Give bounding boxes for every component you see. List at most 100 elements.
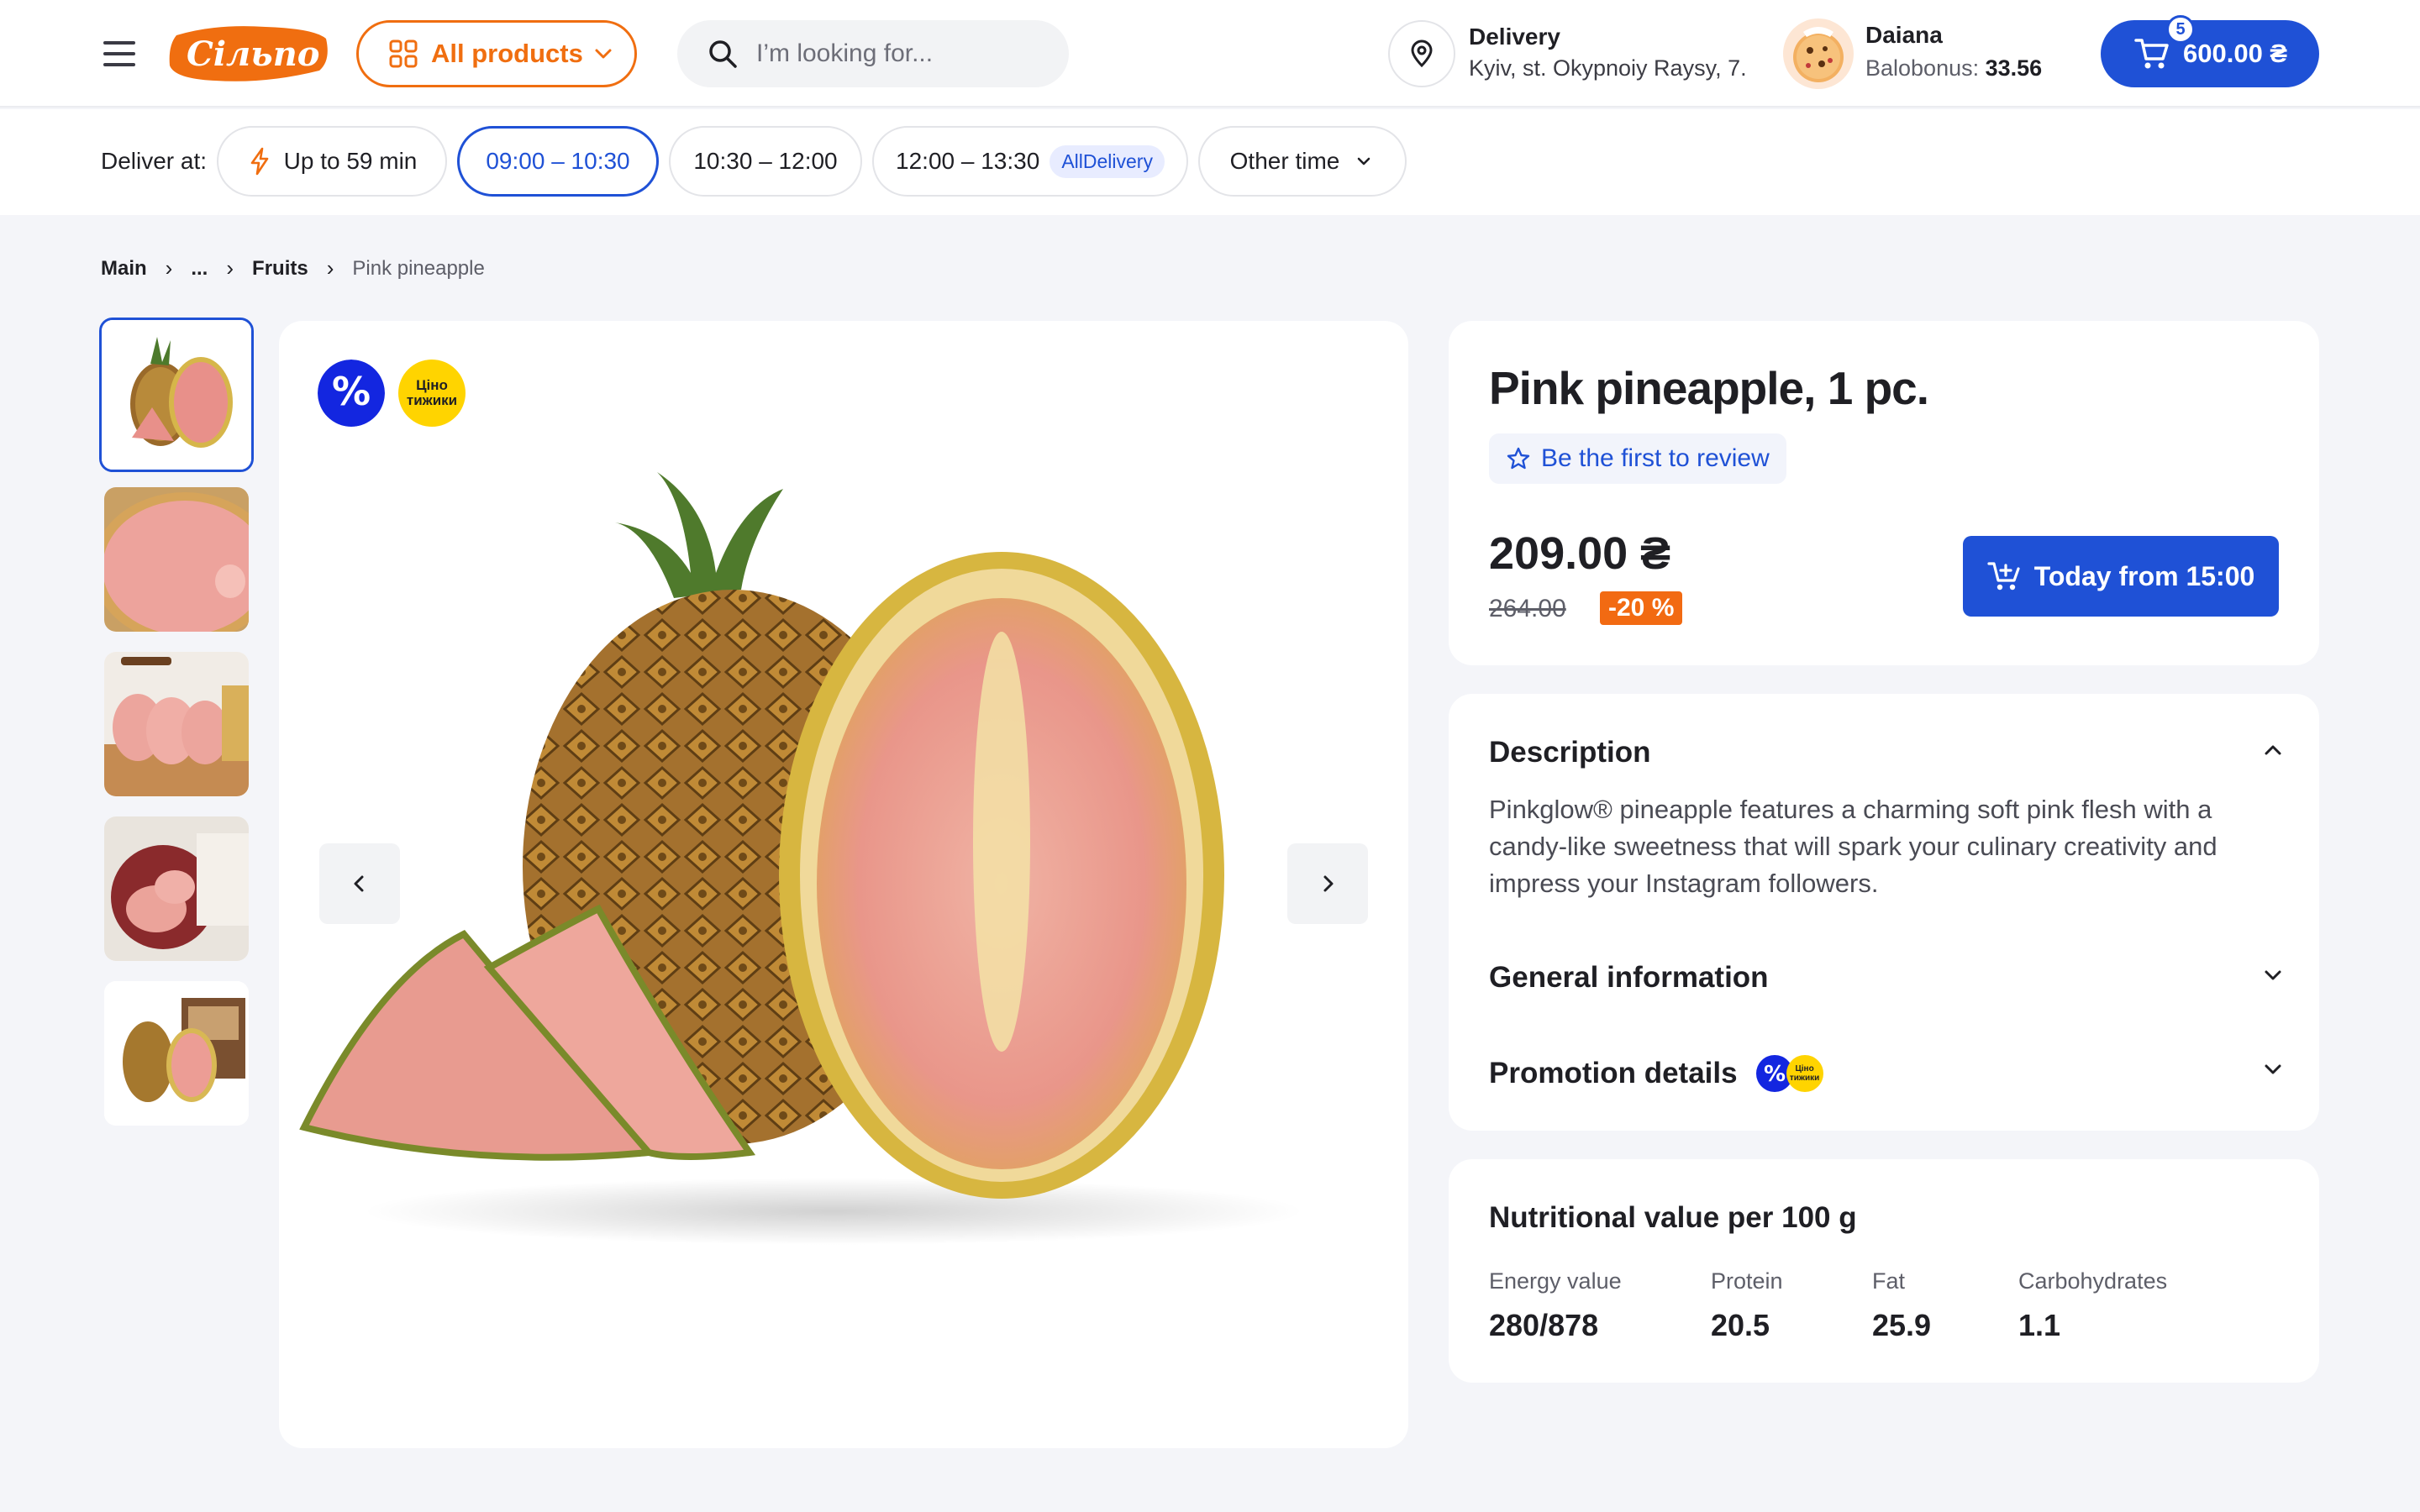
nutrition-label: Carbohydrates: [2018, 1268, 2168, 1294]
menu-icon[interactable]: [101, 37, 138, 71]
product-image-card: % Ціно тижики: [279, 321, 1408, 1448]
delivery-address-text: Kyiv, st. Okypnoiy Raysy, 7.: [1469, 55, 1747, 81]
description-text: Pinkglow® pineapple features a charming …: [1489, 795, 2217, 898]
thumbnail-image: [104, 652, 249, 796]
nutrition-title: Nutritional value per 100 g: [1489, 1201, 1857, 1234]
bonus-value: 33.56: [1985, 55, 2043, 81]
delivery-title: Delivery: [1469, 24, 1560, 50]
promotion-details-label: Promotion details: [1489, 1057, 1738, 1089]
alldelivery-tag: AllDelivery: [1050, 144, 1165, 178]
search-icon: [709, 40, 737, 68]
product-title: Pink pineapple, 1 pc.: [1489, 362, 1929, 414]
lightning-icon: [250, 147, 268, 176]
slot-other-time[interactable]: Other time: [1198, 126, 1407, 197]
avatar-image: [1783, 18, 1854, 89]
next-image-button[interactable]: [1287, 843, 1368, 924]
thumbnail-image: [104, 816, 249, 961]
slot-0900-1030[interactable]: 09:00 – 10:30: [457, 126, 659, 197]
thumbnail-5[interactable]: [104, 981, 249, 1126]
search-input[interactable]: [756, 39, 1042, 68]
slot-1030-1200[interactable]: 10:30 – 12:00: [669, 126, 862, 197]
avatar[interactable]: [1783, 18, 1854, 89]
nutrition-value: 1.1: [2018, 1308, 2061, 1342]
breadcrumb: Main › ... › Fruits › Pink pineapple: [101, 255, 485, 281]
thumbnail-image: [102, 320, 251, 470]
chevron-up-icon[interactable]: [2260, 738, 2286, 763]
chevron-down-icon[interactable]: [2260, 1057, 2286, 1082]
nutrition-label: Fat: [1872, 1268, 1906, 1294]
search-bar[interactable]: [677, 20, 1069, 87]
nutrition-protein: Protein 20.5: [1711, 1268, 1783, 1343]
breadcrumb-ellipsis[interactable]: ...: [191, 257, 208, 281]
nutrition-value: 25.9: [1872, 1308, 1932, 1342]
review-button[interactable]: Be the first to review: [1489, 433, 1786, 484]
current-price: 209.00 ₴: [1489, 528, 1671, 579]
old-price: 264.00: [1489, 595, 1566, 622]
breadcrumb-fruits[interactable]: Fruits: [252, 257, 308, 281]
cart-icon: [2134, 39, 2169, 69]
bonus-info: Balobonus: 33.56: [1865, 55, 2042, 81]
silpo-logo[interactable]: Сільпо: [165, 18, 333, 89]
cart-add-icon: [1987, 562, 2020, 591]
slot-label: Other time: [1229, 148, 1340, 174]
chevron-down-icon: [595, 49, 612, 59]
delivery-address[interactable]: Delivery Kyiv, st. Okypnoiy Raysy, 7.: [1469, 24, 1747, 81]
nutrition-carbohydrates: Carbohydrates 1.1: [2018, 1268, 2167, 1343]
cart-button[interactable]: 5 600.00 ₴: [2101, 15, 2319, 87]
cart-count-badge: 5: [2166, 15, 2195, 44]
thumbnail-4[interactable]: [104, 816, 249, 961]
review-label: Be the first to review: [1541, 444, 1770, 472]
slot-label: 10:30 – 12:00: [693, 148, 838, 174]
grid-icon: [389, 39, 418, 68]
thumbnail-2[interactable]: [104, 487, 249, 632]
location-pin-icon: [1411, 39, 1433, 68]
previous-image-button[interactable]: [319, 843, 400, 924]
thumbnail-1[interactable]: [99, 318, 254, 472]
breadcrumb-main[interactable]: Main: [101, 257, 147, 281]
thumbnail-image: [104, 981, 249, 1126]
slot-label: 09:00 – 10:30: [486, 148, 630, 174]
bonus-label: Balobonus:: [1865, 55, 1986, 81]
chevron-right-icon: ›: [326, 255, 334, 281]
promo-badge-text: Ціно тижики: [1789, 1064, 1820, 1083]
slot-express[interactable]: Up to 59 min: [217, 126, 447, 197]
slot-1200-1330[interactable]: 12:00 – 13:30 AllDelivery: [872, 126, 1188, 197]
nutrition-fat: Fat 25.9: [1872, 1268, 1931, 1343]
chevron-down-icon: [1358, 157, 1370, 165]
top-header: Сільпо All products Delivery Kyiv, st. O…: [0, 0, 2420, 108]
discount-badge: -20 %: [1600, 591, 1683, 625]
location-button[interactable]: [1388, 20, 1455, 87]
product-image: [299, 472, 1304, 1245]
deliver-at-label: Deliver at:: [101, 148, 208, 174]
thumbnail-3[interactable]: [104, 652, 249, 796]
thumbnail-image: [104, 487, 249, 632]
nutrition-energy: Energy value 280/878: [1489, 1268, 1622, 1343]
add-to-cart-label: Today from 15:00: [2033, 560, 2255, 591]
cart-total: 600.00 ₴: [2183, 39, 2288, 68]
chevron-left-icon: [354, 875, 364, 892]
breadcrumb-current: Pink pineapple: [352, 256, 485, 280]
details-card: Description Pinkglow® pineapple features…: [1449, 694, 2319, 1131]
add-to-cart-button[interactable]: Today from 15:00: [1963, 536, 2279, 617]
promo-badge: Ціно тижики: [1786, 1055, 1823, 1092]
chevron-right-icon: [1323, 875, 1334, 892]
slot-express-label: Up to 59 min: [283, 148, 418, 174]
delivery-slots-bar: Deliver at: Up to 59 min 09:00 – 10:30 1…: [0, 109, 2420, 215]
promotion-details-toggle[interactable]: Promotion details % Ціно тижики: [1489, 1055, 1823, 1092]
chevron-down-icon[interactable]: [2260, 963, 2286, 988]
slot-label: 12:00 – 13:30: [896, 148, 1040, 174]
nutrition-value: 280/878: [1489, 1308, 1599, 1342]
nutrition-value: 20.5: [1711, 1308, 1770, 1342]
chevron-right-icon: ›: [165, 255, 173, 281]
general-information-toggle[interactable]: General information: [1489, 961, 1769, 995]
product-info-card: Pink pineapple, 1 pc. Be the first to re…: [1449, 321, 2319, 665]
description-toggle[interactable]: Description: [1489, 736, 1651, 769]
nutrition-label: Protein: [1711, 1268, 1783, 1294]
star-icon: [1507, 447, 1530, 470]
logo-text: Сільпо: [187, 34, 319, 74]
all-products-button[interactable]: All products: [356, 20, 637, 87]
user-info[interactable]: Daiana Balobonus: 33.56: [1865, 22, 2042, 81]
all-products-label: All products: [431, 39, 583, 68]
nutrition-label: Energy value: [1489, 1268, 1622, 1294]
svg-text:%: %: [1764, 1062, 1786, 1087]
